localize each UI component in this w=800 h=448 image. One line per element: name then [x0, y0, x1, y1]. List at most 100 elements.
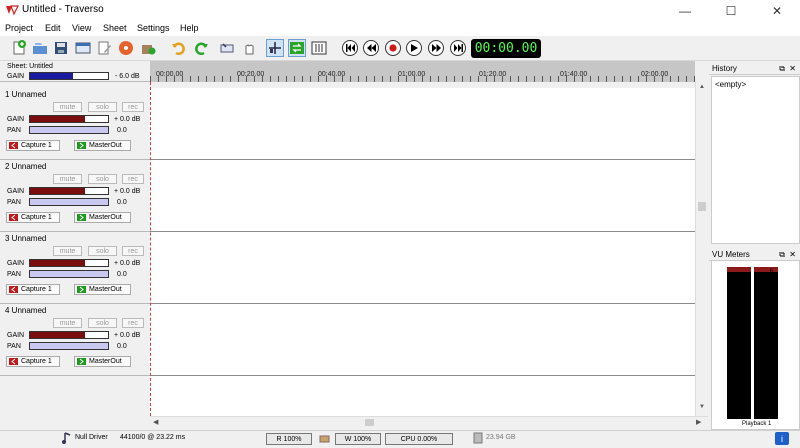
close-button[interactable]: ✕	[754, 0, 800, 21]
gain-label: GAIN	[7, 188, 25, 195]
properties-button[interactable]	[95, 39, 113, 57]
solo-button[interactable]: solo	[88, 246, 117, 256]
new-project-button[interactable]	[10, 39, 28, 57]
horizontal-scroll-thumb[interactable]	[365, 419, 374, 426]
scroll-down-icon[interactable]: ▼	[699, 404, 705, 410]
snap-button[interactable]	[218, 39, 236, 57]
capture-input-icon	[9, 142, 18, 149]
track-lane[interactable]	[150, 160, 695, 232]
rewind-button[interactable]	[363, 40, 379, 56]
project-manager-button[interactable]	[74, 39, 92, 57]
scroll-up-icon[interactable]: ▲	[699, 84, 705, 90]
menu-settings[interactable]: Settings	[137, 23, 170, 33]
scroll-right-icon[interactable]: ▶	[696, 418, 701, 426]
vu-scale-label: -5	[767, 301, 773, 307]
minimize-button[interactable]: —	[662, 0, 708, 21]
track-lane[interactable]	[150, 304, 695, 376]
scroll-left-icon[interactable]: ◀	[153, 418, 158, 426]
transport-clock: 00:00.00	[471, 39, 541, 58]
solo-button[interactable]: solo	[88, 102, 117, 112]
info-icon[interactable]: i	[775, 432, 789, 445]
playhead[interactable]	[150, 82, 151, 416]
cursor-move-icon	[269, 42, 281, 54]
vertical-scrollbar[interactable]: ▲ ▼	[695, 82, 708, 416]
rec-button[interactable]: rec	[122, 102, 144, 112]
maximize-button[interactable]: ☐	[708, 0, 754, 21]
output-button[interactable]: MasterOut	[74, 212, 131, 223]
float-icon[interactable]: ⧉	[779, 62, 785, 75]
input-button[interactable]: Capture 1	[6, 140, 60, 151]
menu-edit[interactable]: Edit	[45, 23, 61, 33]
close-pane-icon[interactable]: ✕	[789, 62, 796, 75]
track-name: 2 Unnamed	[5, 162, 47, 171]
record-button[interactable]	[385, 40, 401, 56]
timeline-empty[interactable]	[150, 376, 695, 416]
track-header[interactable]: 3 Unnamed mute solo rec GAIN + 0.0 dB PA…	[0, 232, 150, 304]
fast-forward-icon	[431, 44, 441, 52]
export-button[interactable]	[139, 39, 157, 57]
fast-forward-button[interactable]	[428, 40, 444, 56]
pan-label: PAN	[7, 199, 21, 206]
menu-project[interactable]: Project	[5, 23, 33, 33]
play-button[interactable]	[406, 40, 422, 56]
open-project-button[interactable]	[31, 39, 49, 57]
window-icon	[75, 42, 91, 54]
history-list[interactable]: <empty>	[711, 76, 800, 244]
rec-button[interactable]: rec	[122, 318, 144, 328]
track-header[interactable]: 4 Unnamed mute solo rec GAIN + 0.0 dB PA…	[0, 304, 150, 376]
pan-slider[interactable]	[29, 342, 109, 350]
rec-button[interactable]: rec	[122, 174, 144, 184]
track-header[interactable]: 1 Unnamed mute solo rec GAIN + 0.0 dB PA…	[0, 88, 150, 160]
output-button[interactable]: MasterOut	[74, 140, 131, 151]
menu-help[interactable]: Help	[180, 23, 199, 33]
gain-slider[interactable]	[29, 331, 109, 339]
export-cd-button[interactable]	[117, 39, 135, 57]
to-end-button[interactable]	[450, 40, 466, 56]
track-header[interactable]: 2 Unnamed mute solo rec GAIN + 0.0 dB PA…	[0, 160, 150, 232]
pan-slider[interactable]	[29, 198, 109, 206]
output-button[interactable]: MasterOut	[74, 284, 131, 295]
output-button[interactable]: MasterOut	[74, 356, 131, 367]
mute-button[interactable]: mute	[53, 318, 82, 328]
to-start-button[interactable]	[342, 40, 358, 56]
drag-mode-button[interactable]	[266, 39, 284, 57]
mute-button[interactable]: mute	[53, 174, 82, 184]
sheet-gain-slider[interactable]	[29, 72, 109, 80]
history-pane-title: History ⧉ ✕	[709, 62, 800, 75]
rec-button[interactable]: rec	[122, 246, 144, 256]
input-button[interactable]: Capture 1	[6, 212, 60, 223]
loop-button[interactable]	[288, 39, 306, 57]
solo-button[interactable]: solo	[88, 174, 117, 184]
driver-label: Null Driver	[75, 434, 108, 441]
window-title: Untitled - Traverso	[22, 4, 104, 15]
open-icon	[33, 43, 47, 54]
play-icon	[411, 44, 418, 52]
rate-label: 44100/0 @ 23.22 ms	[120, 434, 186, 441]
mute-button[interactable]: mute	[53, 246, 82, 256]
gain-slider[interactable]	[29, 115, 109, 123]
menu-sheet[interactable]: Sheet	[103, 23, 127, 33]
save-button[interactable]	[52, 39, 70, 57]
gain-slider[interactable]	[29, 187, 109, 195]
pan-slider[interactable]	[29, 126, 109, 134]
gain-slider[interactable]	[29, 259, 109, 267]
record-icon	[389, 44, 397, 52]
mute-button[interactable]: mute	[53, 102, 82, 112]
track-lane[interactable]	[150, 88, 695, 160]
rewind-icon	[366, 44, 376, 52]
menu-view[interactable]: View	[72, 23, 91, 33]
horizontal-scrollbar[interactable]: ◀ ▶	[150, 416, 708, 428]
input-button[interactable]: Capture 1	[6, 356, 60, 367]
solo-button[interactable]: solo	[88, 318, 117, 328]
input-button[interactable]: Capture 1	[6, 284, 60, 295]
mixer-button[interactable]	[310, 39, 328, 57]
vertical-scroll-thumb[interactable]	[698, 202, 706, 211]
pan-slider[interactable]	[29, 270, 109, 278]
redo-button[interactable]	[192, 39, 210, 57]
track-lane[interactable]	[150, 232, 695, 304]
undo-button[interactable]	[170, 39, 188, 57]
sheet-gain-fill	[30, 73, 73, 79]
follow-button[interactable]	[240, 39, 258, 57]
vu-scale-label: -40	[764, 391, 773, 397]
vu-bar-left	[727, 272, 751, 419]
